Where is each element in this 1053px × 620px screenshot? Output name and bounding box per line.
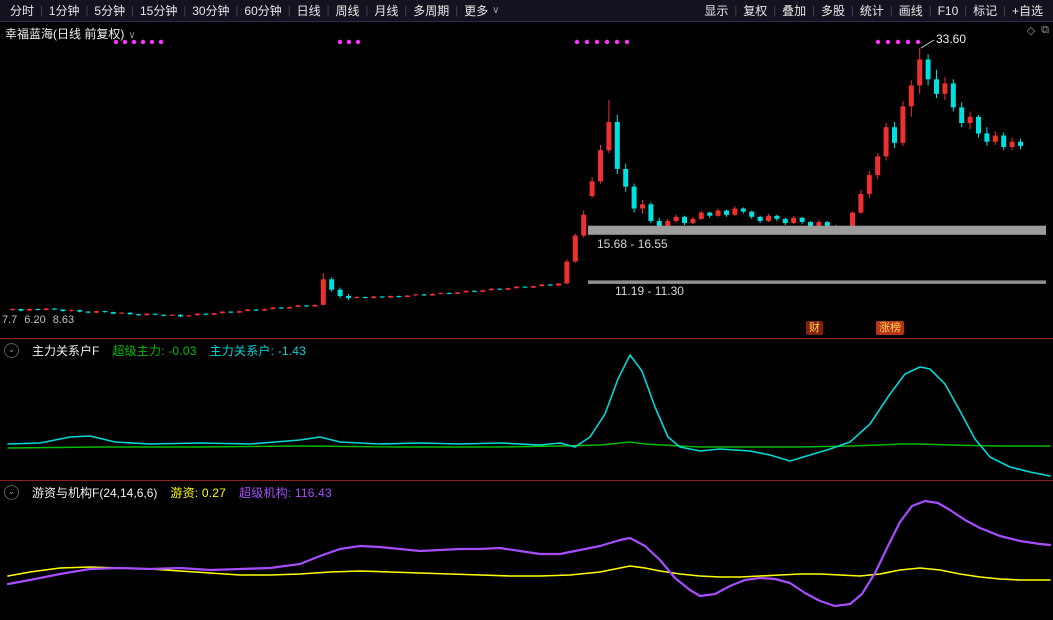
marker-dots	[114, 40, 920, 44]
menu-tool-1[interactable]: 复权	[737, 2, 773, 19]
corner-value: 8.63	[53, 314, 74, 326]
corner-value: 6.20	[24, 314, 45, 326]
chevron-down-icon[interactable]: ∨	[128, 30, 135, 41]
menu-period-8[interactable]: 月线	[368, 2, 404, 19]
hot-money-value: 游资: 0.27	[170, 484, 226, 501]
chart-title[interactable]: 幸福蓝海(日线 前复权)	[5, 27, 124, 41]
menu-tool-6[interactable]: F10	[932, 4, 965, 18]
price-band-label-upper: 15.68 - 16.55	[597, 237, 668, 251]
tools-menu: 显示|复权|叠加|多股|统计|画线|F10|标记|+自选	[698, 2, 1049, 19]
menu-period-5[interactable]: 60分钟	[238, 2, 287, 19]
main-force-relation-value: 主力关系户: -1.43	[210, 342, 306, 359]
menu-tool-8[interactable]: +自选	[1006, 2, 1049, 19]
main-force-header: ⌄ 主力关系户F 超级主力: -0.03 主力关系户: -1.43	[4, 342, 306, 359]
indicator-panel-hot-money[interactable]: ⌄ 游资与机构F(24,14,6,6) 游资: 0.27 超级机构: 116.4…	[0, 481, 1053, 620]
menu-tool-2[interactable]: 叠加	[776, 2, 812, 19]
split-window-icon[interactable]: ⧉	[1041, 24, 1049, 37]
indicator-title-main-force[interactable]: 主力关系户F	[32, 342, 99, 359]
menu-period-0[interactable]: 分时	[4, 2, 40, 19]
menu-period-6[interactable]: 日线	[291, 2, 327, 19]
menu-period-1[interactable]: 1分钟	[43, 2, 86, 19]
price-band-label-lower: 11.19 - 11.30	[615, 284, 684, 298]
trading-app: 分时|1分钟|5分钟|15分钟|30分钟|60分钟|日线|周线|月线|多周期|更…	[0, 0, 1053, 620]
menu-tool-0[interactable]: 显示	[698, 2, 734, 19]
menubar: 分时|1分钟|5分钟|15分钟|30分钟|60分钟|日线|周线|月线|多周期|更…	[0, 0, 1053, 22]
chevron-down-icon: ∨	[492, 5, 499, 16]
tag-gainers[interactable]: 涨榜	[876, 321, 904, 335]
menu-tool-7[interactable]: 标记	[967, 2, 1003, 19]
hot-money-chart	[0, 481, 1053, 620]
price-bands	[588, 226, 1046, 284]
main-force-chart	[0, 339, 1053, 480]
line-super-institution	[8, 501, 1050, 606]
menu-tool-5[interactable]: 画线	[893, 2, 929, 19]
menu-period-2[interactable]: 5分钟	[88, 2, 131, 19]
menu-tool-4[interactable]: 统计	[854, 2, 890, 19]
corner-value: 7.7	[2, 314, 17, 326]
menu-period-9[interactable]: 多周期	[407, 2, 455, 19]
candlestick-chart[interactable]	[0, 22, 1053, 338]
hot-money-header: ⌄ 游资与机构F(24,14,6,6) 游资: 0.27 超级机构: 116.4…	[4, 484, 332, 501]
period-menu: 分时|1分钟|5分钟|15分钟|30分钟|60分钟|日线|周线|月线|多周期|更…	[4, 2, 499, 19]
super-institution-value: 超级机构: 116.43	[239, 484, 332, 501]
super-main-force-value: 超级主力: -0.03	[112, 342, 196, 359]
peak-pointer-line	[921, 40, 934, 48]
main-chart-panel[interactable]: 幸福蓝海(日线 前复权) ∨ ◇ ⧉ 33.60 15.68 - 16.55 11…	[0, 22, 1053, 338]
menu-period-4[interactable]: 30分钟	[186, 2, 235, 19]
menu-period-3[interactable]: 15分钟	[134, 2, 183, 19]
collapse-icon[interactable]: ⌄	[4, 485, 19, 500]
indicator-panel-main-force[interactable]: ⌄ 主力关系户F 超级主力: -0.03 主力关系户: -1.43	[0, 339, 1053, 480]
menu-tool-3[interactable]: 多股	[815, 2, 851, 19]
indicator-title-hot-money[interactable]: 游资与机构F(24,14,6,6)	[32, 484, 157, 501]
peak-price-label: 33.60	[936, 32, 966, 46]
menu-period-10[interactable]: 更多	[458, 2, 494, 19]
candlesticks	[10, 48, 1023, 317]
price-corner-values: 7.7 6.20 8.63	[2, 314, 74, 326]
diamond-icon[interactable]: ◇	[1027, 24, 1035, 37]
collapse-icon[interactable]: ⌄	[4, 343, 19, 358]
tag-finance[interactable]: 财	[806, 321, 823, 335]
menu-period-7[interactable]: 周线	[330, 2, 366, 19]
line-main-force-relation	[8, 355, 1050, 476]
